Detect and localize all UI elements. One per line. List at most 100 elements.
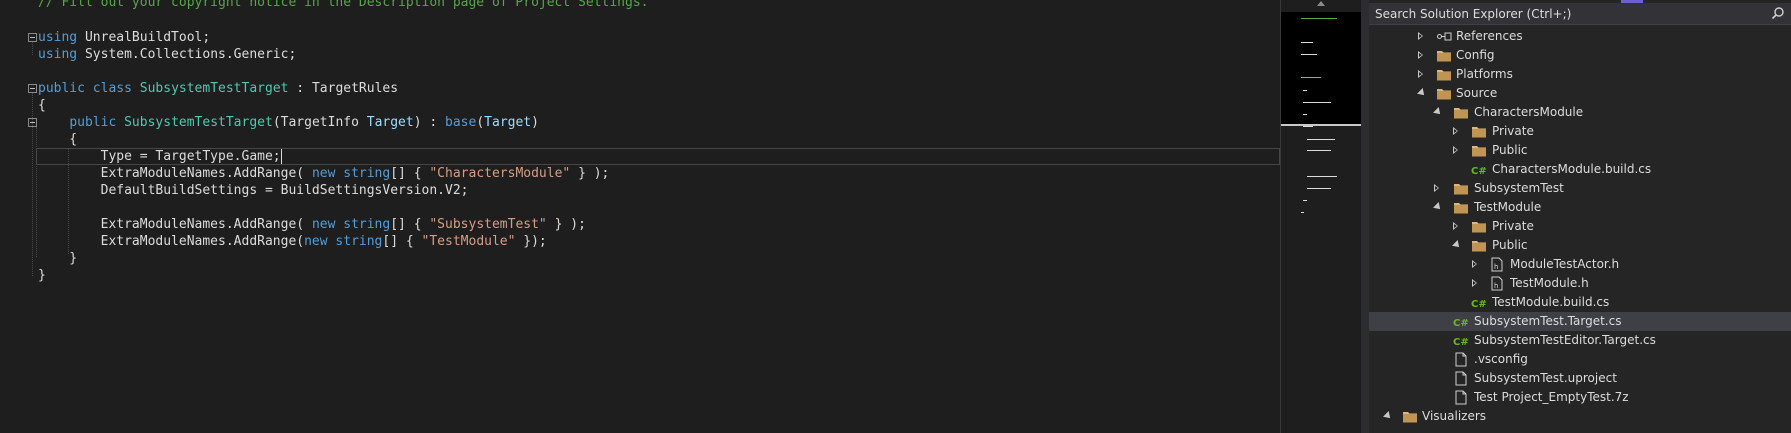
tree-item[interactable]: SubsystemTest.uproject <box>1369 369 1791 388</box>
code-line[interactable]: { <box>38 131 77 148</box>
code-line[interactable]: using System.Collections.Generic; <box>38 46 296 63</box>
code-token: ) <box>531 115 539 130</box>
code-token: : TargetRules <box>288 81 399 96</box>
fold-guide <box>32 93 33 276</box>
code-line[interactable]: public SubsystemTestTarget(TargetInfo Ta… <box>38 114 539 131</box>
search-input[interactable]: Search Solution Explorer (Ctrl+;) <box>1375 7 1571 21</box>
tree-item[interactable]: CharactersModule <box>1369 103 1791 122</box>
tree-item[interactable]: h ModuleTestActor.h <box>1369 255 1791 274</box>
tree-item[interactable]: .vsconfig <box>1369 350 1791 369</box>
tree-item[interactable]: C# SubsystemTestEditor.Target.cs <box>1369 331 1791 350</box>
code-token: Type = TargetType.Game; <box>38 149 281 164</box>
minimap-viewport[interactable] <box>1281 12 1361 126</box>
code-line[interactable]: ExtraModuleNames.AddRange(new string[] {… <box>38 233 547 250</box>
code-line[interactable]: ExtraModuleNames.AddRange( new string[] … <box>38 165 610 182</box>
code-token: UnrealBuildTool; <box>77 30 211 45</box>
code-line[interactable]: public class SubsystemTestTarget : Targe… <box>38 80 398 97</box>
minimap-line <box>1301 42 1313 43</box>
fold-toggle-using[interactable] <box>28 33 37 42</box>
references-icon <box>1436 29 1452 44</box>
tree-item[interactable]: Source <box>1369 84 1791 103</box>
code-line[interactable]: Type = TargetType.Game; <box>38 148 282 165</box>
tree-item[interactable]: References <box>1369 27 1791 46</box>
expanded-arrow-icon[interactable] <box>1382 407 1392 426</box>
tree-item-label: References <box>1456 29 1523 43</box>
minimap-line <box>1301 77 1321 78</box>
tree-item-label: Source <box>1456 86 1498 100</box>
collapsed-arrow-icon[interactable] <box>1416 65 1426 84</box>
tree-item[interactable]: Public <box>1369 141 1791 160</box>
fold-toggle-class[interactable] <box>28 84 37 93</box>
panel-splitter[interactable] <box>1361 0 1369 433</box>
tree-item-label: SubsystemTest.uproject <box>1474 371 1617 385</box>
tree-item[interactable]: Visualizers <box>1369 407 1791 426</box>
tree-item[interactable]: Private <box>1369 217 1791 236</box>
tree-item[interactable]: Test Project_EmptyTest.7z <box>1369 388 1791 407</box>
tree-item-label: CharactersModule.build.cs <box>1492 162 1652 176</box>
tree-item[interactable]: Public <box>1369 236 1791 255</box>
code-token: "SubsystemTest" <box>429 217 547 232</box>
collapsed-arrow-icon[interactable] <box>1470 274 1480 293</box>
minimap-line <box>1301 18 1337 19</box>
solution-explorer-search[interactable]: Search Solution Explorer (Ctrl+;) <box>1369 3 1791 25</box>
file-icon <box>1453 352 1469 367</box>
code-line[interactable]: } <box>38 250 77 267</box>
folder-icon <box>1471 124 1487 139</box>
scroll-up-icon[interactable] <box>1317 1 1325 6</box>
tree-item[interactable]: Config <box>1369 46 1791 65</box>
code-line[interactable]: // Fill out your copyright notice in the… <box>38 0 648 11</box>
code-token: public <box>38 81 85 96</box>
code-line[interactable]: ExtraModuleNames.AddRange( new string[] … <box>38 216 586 233</box>
collapsed-arrow-icon[interactable] <box>1432 179 1442 198</box>
tree-item[interactable]: SubsystemTest <box>1369 179 1791 198</box>
expanded-arrow-icon[interactable] <box>1432 103 1442 122</box>
tree-item[interactable]: C# SubsystemTest.Target.cs <box>1369 312 1791 331</box>
svg-text:h: h <box>1494 263 1498 271</box>
code-line[interactable]: { <box>38 97 46 114</box>
svg-text:C#: C# <box>1453 337 1469 348</box>
code-token: using <box>38 30 78 45</box>
collapsed-arrow-icon[interactable] <box>1451 141 1461 160</box>
csharp-file-icon: C# <box>1471 162 1487 177</box>
collapsed-arrow-icon[interactable] <box>1451 122 1461 141</box>
tree-item[interactable]: C# CharactersModule.build.cs <box>1369 160 1791 179</box>
collapsed-arrow-icon[interactable] <box>1470 255 1480 274</box>
code-line[interactable]: DefaultBuildSettings = BuildSettingsVers… <box>38 182 469 199</box>
expanded-arrow-icon[interactable] <box>1416 84 1426 103</box>
folder-icon <box>1453 181 1469 196</box>
fold-guide <box>32 42 33 55</box>
minimap-line <box>1307 176 1337 177</box>
file-icon <box>1453 390 1469 405</box>
tree-item-label: CharactersModule <box>1474 105 1584 119</box>
search-icon[interactable] <box>1771 6 1785 20</box>
file-icon <box>1453 371 1469 386</box>
code-editor[interactable]: // Fill out your copyright notice in the… <box>0 0 1280 433</box>
tree-item-label: Public <box>1492 143 1528 157</box>
code-line[interactable]: using UnrealBuildTool; <box>38 29 210 46</box>
svg-text:C#: C# <box>1453 318 1469 329</box>
code-token: [] { <box>382 234 422 249</box>
tree-item-label: Platforms <box>1456 67 1513 81</box>
folder-icon <box>1453 105 1469 120</box>
minimap[interactable] <box>1281 0 1361 433</box>
expanded-arrow-icon[interactable] <box>1432 198 1442 217</box>
header-file-icon: h <box>1489 257 1505 272</box>
code-token: ExtraModuleNames.AddRange( <box>38 217 312 232</box>
code-token: "TestModule" <box>421 234 516 249</box>
code-token: Target <box>484 115 532 130</box>
code-token: [] { <box>390 166 430 181</box>
collapsed-arrow-icon[interactable] <box>1451 217 1461 236</box>
collapsed-arrow-icon[interactable] <box>1416 27 1426 46</box>
code-line[interactable]: } <box>38 267 46 284</box>
tree-item[interactable]: Platforms <box>1369 65 1791 84</box>
tree-item[interactable]: h TestModule.h <box>1369 274 1791 293</box>
collapsed-arrow-icon[interactable] <box>1416 46 1426 65</box>
tree-item[interactable]: TestModule <box>1369 198 1791 217</box>
tree-item-label: TestModule <box>1474 200 1542 214</box>
code-token: string <box>335 234 383 249</box>
expanded-arrow-icon[interactable] <box>1451 236 1461 255</box>
tree-item[interactable]: Private <box>1369 122 1791 141</box>
tree-item-label: Config <box>1456 48 1495 62</box>
tree-item[interactable]: C# TestModule.build.cs <box>1369 293 1791 312</box>
